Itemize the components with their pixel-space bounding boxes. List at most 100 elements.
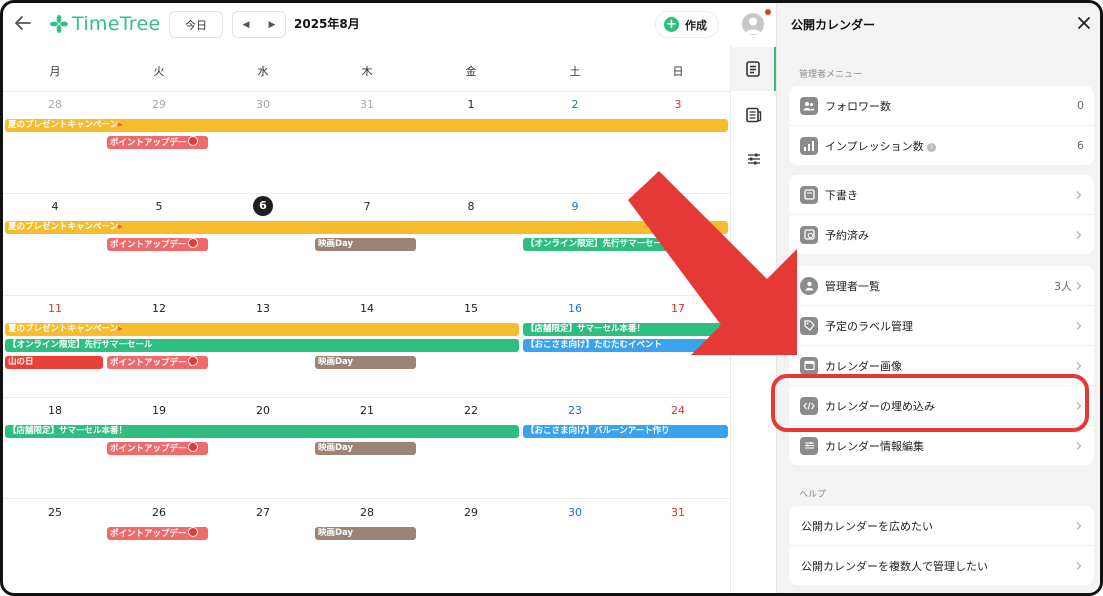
help-row[interactable]: 公開カレンダーを複数人で管理したい (789, 546, 1094, 585)
calendar-list-icon (745, 61, 760, 77)
user-avatar[interactable] (742, 13, 764, 35)
day-cell-date[interactable]: 24 (626, 404, 730, 417)
sliders-icon (748, 153, 760, 165)
day-cell-date[interactable]: 9 (523, 200, 627, 213)
today-date[interactable]: 6 (211, 196, 315, 216)
day-cell-date[interactable]: 26 (107, 506, 211, 519)
event-bar[interactable]: 夏のプレゼントキャンペーン▸ (5, 323, 519, 336)
help-section-label: ヘルプ (799, 490, 827, 500)
day-cell-date[interactable]: 20 (211, 404, 315, 417)
day-cell-date[interactable]: 4 (3, 200, 107, 213)
chevron-right-icon (1076, 321, 1082, 330)
impressions-row[interactable]: インプレッション数 i 6 (789, 126, 1094, 165)
day-cell-date[interactable]: 23 (523, 404, 627, 417)
admin-list-row[interactable]: 管理者一覧 3人 (789, 266, 1094, 306)
prev-month-icon[interactable]: ◀ (233, 12, 259, 37)
day-cell-date[interactable]: 10 (626, 200, 730, 213)
chevron-right-icon (1076, 281, 1082, 290)
stats-card: フォロワー数 0 インプレッション数 i 6 (789, 86, 1094, 165)
chevron-right-icon (1076, 190, 1082, 199)
today-button[interactable]: 今日 (169, 11, 223, 38)
event-bar[interactable]: ポイントアップデー (107, 442, 208, 455)
event-bar[interactable]: 夏のプレゼントキャンペーン▸ (5, 119, 728, 132)
day-cell-date[interactable]: 21 (315, 404, 419, 417)
event-bar[interactable]: ポイントアップデー (107, 136, 208, 149)
day-cell-date[interactable]: 11 (3, 302, 107, 315)
day-cell-date[interactable]: 19 (107, 404, 211, 417)
event-label: ポイントアップデー (110, 529, 187, 539)
event-bar[interactable]: 【おこさま向け】たむたむイベント (523, 339, 728, 352)
label-management-row[interactable]: 予定のラベル管理 (789, 306, 1094, 346)
day-cell-date[interactable]: 28 (3, 98, 107, 111)
event-bar[interactable]: ポイントアップデー (107, 238, 208, 251)
day-cell-date[interactable]: 30 (211, 98, 315, 111)
info-icon[interactable]: i (926, 142, 936, 152)
tag-icon (800, 316, 818, 335)
create-button[interactable]: + 作成 (655, 11, 719, 38)
event-bar[interactable]: 映画Day (315, 442, 416, 455)
day-cell-date[interactable]: 14 (315, 302, 419, 315)
plus-icon: + (664, 17, 679, 32)
followers-row[interactable]: フォロワー数 0 (789, 86, 1094, 126)
month-title: 2025年8月 (294, 17, 360, 31)
tab-calendar[interactable] (731, 47, 777, 91)
day-cell-date[interactable]: 25 (3, 506, 107, 519)
calendar-image-label: カレンダー画像 (825, 359, 902, 373)
event-bar[interactable]: 夏のプレゼントキャンペーン▸ (5, 221, 728, 234)
day-cell-date[interactable]: 18 (3, 404, 107, 417)
event-bar[interactable]: ポイントアップデー (107, 356, 208, 369)
admin-settings-card: 管理者一覧 3人 予定のラベル管理 カレンダー画像 カレンダーの埋め込み カレン… (789, 266, 1094, 465)
day-cell-date[interactable]: 5 (107, 200, 211, 213)
day-cell-date[interactable]: 15 (419, 302, 523, 315)
day-cell-date[interactable]: 8 (419, 200, 523, 213)
day-cell-date[interactable]: 1 (419, 98, 523, 111)
chevron-right-icon (1076, 441, 1082, 450)
event-bar[interactable]: ポイントアップデー (107, 527, 208, 540)
bar-chart-icon (800, 136, 818, 155)
close-icon[interactable] (1075, 14, 1093, 32)
event-label: 夏のプレゼントキャンペーン (8, 120, 119, 130)
day-cell-date[interactable]: 22 (419, 404, 523, 417)
admin-menu-label: 管理者メニュー (799, 70, 863, 80)
day-cell-date[interactable]: 12 (107, 302, 211, 315)
day-cell-date[interactable]: 29 (107, 98, 211, 111)
event-bar[interactable]: 映画Day (315, 356, 416, 369)
day-cell-date[interactable]: 3 (626, 98, 730, 111)
day-cell-date[interactable]: 31 (626, 506, 730, 519)
next-month-icon[interactable]: ▶ (259, 12, 285, 37)
event-label: 【店舗限定】サマーセル本番！ (8, 426, 128, 436)
admin-list-label: 管理者一覧 (825, 279, 880, 293)
point-badge-icon (187, 136, 198, 146)
event-bar[interactable]: 映画Day (315, 527, 416, 540)
day-cell-date[interactable]: 13 (211, 302, 315, 315)
back-arrow-icon[interactable] (13, 12, 33, 34)
holiday-bar[interactable]: 山の日 (5, 356, 103, 369)
day-cell-date[interactable]: 17 (626, 302, 730, 315)
day-cell-date[interactable]: 28 (315, 506, 419, 519)
timetree-logo[interactable]: TimeTree (50, 11, 160, 37)
day-cell-date[interactable]: 2 (523, 98, 627, 111)
event-bar[interactable]: 【オンライン限定】先行サマーセール (5, 339, 519, 352)
scheduled-row[interactable]: 予約済み (789, 215, 1094, 254)
day-cell-date[interactable]: 30 (523, 506, 627, 519)
event-bar[interactable]: 【おこさま向け】バルーンアート作り (523, 425, 728, 438)
day-cell-date[interactable]: 29 (419, 506, 523, 519)
logo-text: TimeTree (72, 13, 161, 35)
help-row[interactable]: 公開カレンダーを広めたい (789, 506, 1094, 546)
impressions-count: 6 (1077, 139, 1084, 152)
week-divider (3, 498, 730, 499)
day-cell-date[interactable]: 16 (523, 302, 627, 315)
event-bar[interactable]: 【オンライン限定】先行サマーセー (523, 238, 728, 251)
event-bar[interactable]: 【店舗限定】サマーセル本番！ (5, 425, 519, 438)
weekday-wed: 水 (257, 65, 269, 78)
event-bar[interactable]: 【店舗限定】サマーセル本番！ (523, 323, 728, 336)
day-cell-date[interactable]: 27 (211, 506, 315, 519)
followers-label: フォロワー数 (825, 99, 891, 113)
day-cell-date[interactable]: 7 (315, 200, 419, 213)
tab-settings[interactable] (731, 137, 777, 181)
event-bar[interactable]: 映画Day (315, 238, 416, 251)
drafts-row[interactable]: 下書き (789, 175, 1094, 215)
impressions-label-text: インプレッション数 (825, 139, 924, 153)
tab-news[interactable] (731, 93, 777, 137)
day-cell-date[interactable]: 31 (315, 98, 419, 111)
